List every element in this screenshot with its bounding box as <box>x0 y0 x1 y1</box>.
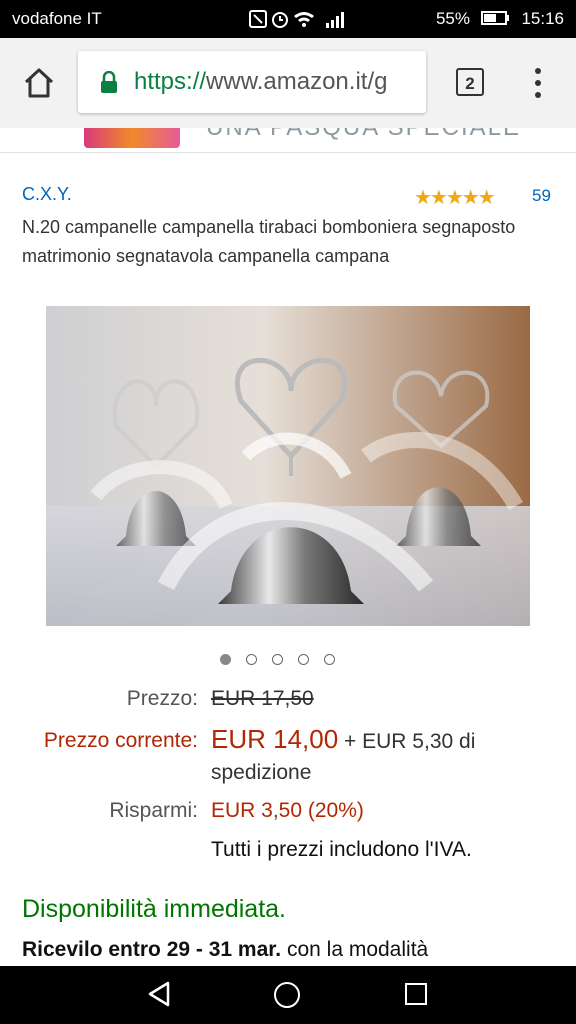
brand-link[interactable]: C.X.Y. <box>22 184 72 205</box>
recent-apps-icon[interactable] <box>405 983 427 1005</box>
review-count-link[interactable]: 59 <box>532 186 551 206</box>
banner-text: UNA PASQUA SPECIALE <box>206 128 521 142</box>
carousel-dot[interactable] <box>246 654 257 665</box>
current-price-value: EUR 14,00 <box>211 724 339 754</box>
status-right: 55% 15:16 <box>436 9 564 29</box>
delivery-method: con la modalità <box>281 938 429 961</box>
system-nav-bar <box>0 966 576 1024</box>
list-price-value: EUR 17,50 <box>211 687 314 710</box>
carousel-dot[interactable] <box>220 654 231 665</box>
carousel-dot[interactable] <box>272 654 283 665</box>
vat-note: Tutti i prezzi includono l'IVA. <box>211 838 472 861</box>
carousel-dot[interactable] <box>298 654 309 665</box>
clock: 15:16 <box>521 9 564 28</box>
shipping-cost: + EUR 5,30 di <box>344 730 476 753</box>
image-carousel-indicator[interactable] <box>220 652 350 670</box>
availability-status: Disponibilità immediata. <box>22 895 287 923</box>
lock-icon <box>101 71 117 93</box>
status-bar: vodafone IT 55% 15:16 <box>0 0 576 38</box>
status-icons <box>248 8 398 35</box>
battery-icon <box>480 11 509 25</box>
battery-percent: 55% <box>435 9 470 28</box>
back-icon[interactable] <box>146 980 172 1008</box>
address-bar[interactable]: https://www.amazon.it/g <box>78 51 426 113</box>
tab-switcher-button[interactable]: 2 <box>456 68 484 96</box>
url-host: www.amazon.it/g <box>206 68 388 95</box>
list-price-label: Prezzo: <box>126 687 198 710</box>
alarm-icon <box>272 12 288 28</box>
home-icon[interactable] <box>22 66 56 100</box>
carrier-label: vodafone IT <box>12 9 102 28</box>
star-rating[interactable]: ★★★★★ <box>414 185 496 210</box>
delivery-date: Ricevilo entro 29 - 31 mar. <box>22 938 282 961</box>
product-title: N.20 campanelle campanella tirabaci bomb… <box>22 217 516 266</box>
home-nav-icon[interactable] <box>274 982 300 1008</box>
url-text[interactable]: https://www.amazon.it/g <box>134 68 416 96</box>
nfc-icon <box>249 10 267 28</box>
banner-thumbnail <box>84 128 180 148</box>
browser-toolbar: https://www.amazon.it/g 2 <box>0 38 576 128</box>
signal-icon <box>326 12 344 28</box>
delivery-info: Ricevilo entro 29 - 31 mar. con la modal… <box>22 938 428 962</box>
savings-label: Risparmi: <box>109 799 198 822</box>
promo-banner[interactable]: UNA PASQUA SPECIALE <box>0 128 576 153</box>
current-price-label: Prezzo corrente: <box>43 729 198 752</box>
savings-value: EUR 3,50 (20%) <box>211 799 364 822</box>
current-price-block: EUR 14,00 + EUR 5,30 di <box>211 724 475 755</box>
url-scheme: https:// <box>134 68 207 95</box>
shipping-cost-line2: spedizione <box>211 761 312 784</box>
overflow-menu-icon[interactable] <box>530 66 546 100</box>
carousel-dot[interactable] <box>324 654 335 665</box>
wifi-icon <box>294 12 314 27</box>
product-image[interactable] <box>46 306 530 626</box>
